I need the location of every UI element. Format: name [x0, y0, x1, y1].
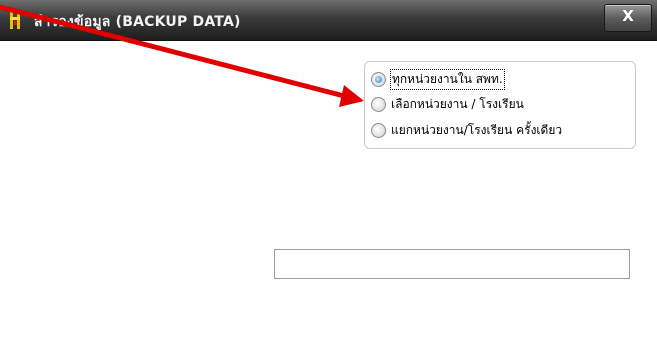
option-label: แยกหน่วยงาน/โรงเรียน ครั้งเดียว — [391, 122, 563, 137]
close-button[interactable]: X — [604, 4, 652, 32]
scope-option-group: ทุกหน่วยงานใน สพท. เลือกหน่วยงาน / โรงเร… — [364, 61, 636, 149]
radio-button[interactable] — [371, 96, 386, 112]
option-label: ทุกหน่วยงานใน สพท. — [390, 68, 505, 90]
option-separate-once[interactable]: แยกหน่วยงาน/โรงเรียน ครั้งเดียว — [371, 119, 629, 141]
window-title: สำรองข้อมูล (BACKUP DATA) — [34, 14, 241, 30]
option-all-units[interactable]: ทุกหน่วยงานใน สพท. — [371, 68, 629, 90]
close-icon: X — [622, 7, 634, 25]
path-field[interactable] — [274, 249, 630, 279]
radio-button[interactable] — [371, 122, 386, 138]
radio-button-checked[interactable] — [371, 71, 386, 87]
title-bar[interactable]: สำรองข้อมูล (BACKUP DATA) X — [0, 0, 657, 41]
option-label: เลือกหน่วยงาน / โรงเรียน — [391, 96, 524, 111]
option-select-unit[interactable]: เลือกหน่วยงาน / โรงเรียน — [371, 93, 629, 115]
window-content: ทุกหน่วยงานใน สพท. เลือกหน่วยงาน / โรงเร… — [0, 41, 657, 356]
backup-app-icon — [8, 10, 24, 30]
backup-window: สำรองข้อมูล (BACKUP DATA) X ทุกหน่วยงานใ… — [0, 0, 657, 356]
